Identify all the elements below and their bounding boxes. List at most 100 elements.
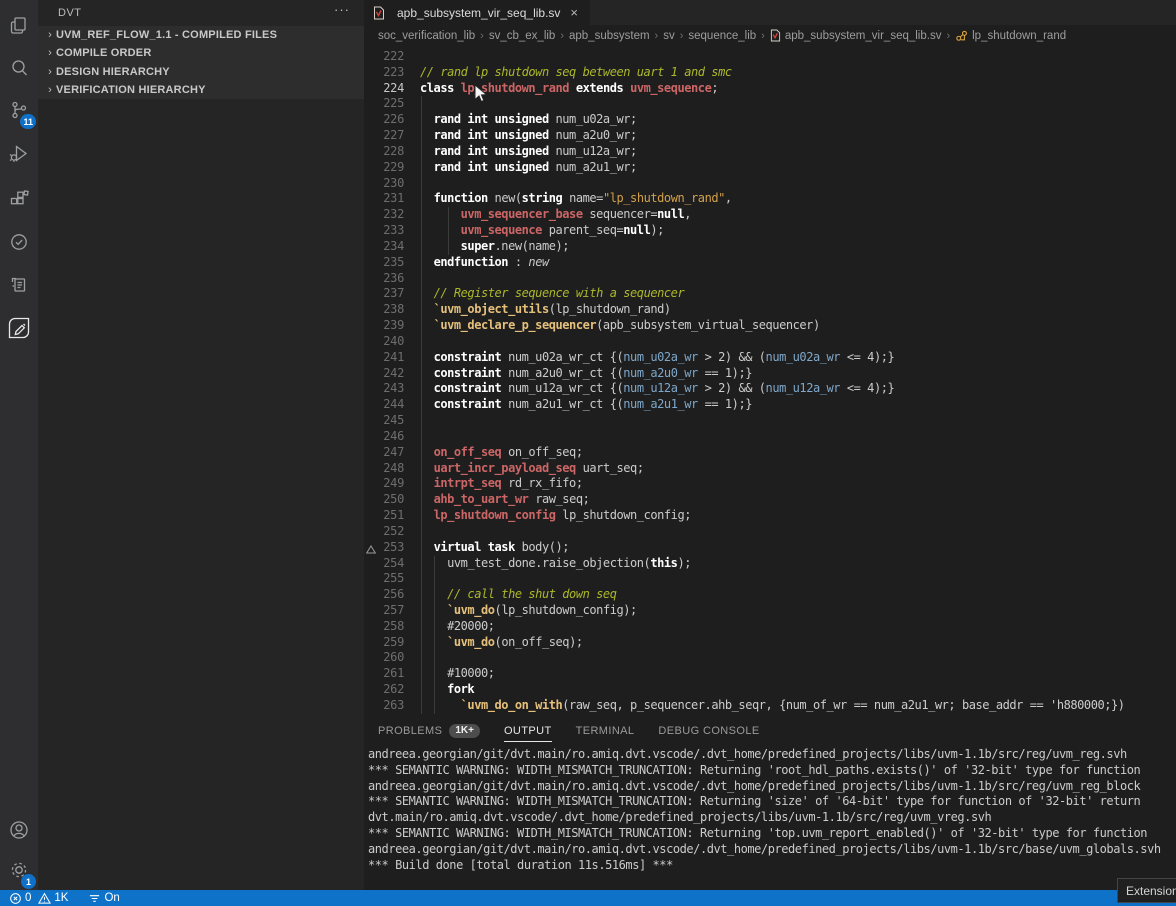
tab-close-icon[interactable]: × bbox=[568, 5, 580, 20]
code-line-257[interactable]: 257 `uvm_do(lp_shutdown_config); bbox=[364, 603, 1176, 619]
line-number: 257 bbox=[364, 603, 404, 619]
line-number: 256 bbox=[364, 587, 404, 603]
output-log[interactable]: andreea.georgian/git/dvt.main/ro.amiq.dv… bbox=[368, 747, 1176, 874]
dvt-tree: ›UVM_REF_FLOW_1.1 - COMPILED FILES›COMPI… bbox=[38, 26, 364, 99]
code-line-259[interactable]: 259 `uvm_do(on_off_seq); bbox=[364, 635, 1176, 651]
panel-tab-debug-console[interactable]: DEBUG CONSOLE bbox=[658, 716, 759, 745]
code-line-236[interactable]: 236 bbox=[364, 271, 1176, 287]
code-line-249[interactable]: 249 intrpt_seq rd_rx_fifo; bbox=[364, 476, 1176, 492]
line-number: 242 bbox=[364, 366, 404, 382]
sidebar-item-design-hierarchy[interactable]: ›DESIGN HIERARCHY bbox=[38, 63, 364, 81]
extension-toast[interactable]: Extension bbox=[1117, 878, 1176, 903]
code-area[interactable]: 222223// rand lp shutdown seq between ua… bbox=[364, 46, 1176, 716]
line-number: 240 bbox=[364, 334, 404, 350]
code-line-227[interactable]: 227 rand int unsigned num_a2u0_wr; bbox=[364, 128, 1176, 144]
code-line-233[interactable]: 233 uvm_sequence parent_seq=null); bbox=[364, 223, 1176, 239]
activity-bar: 11 1 bbox=[0, 0, 38, 890]
dvt-pencil-icon[interactable] bbox=[0, 308, 38, 348]
output-line: andreea.georgian/git/dvt.main/ro.amiq.dv… bbox=[368, 842, 1176, 858]
panel-tab-output[interactable]: OUTPUT bbox=[504, 716, 552, 745]
code-line-254[interactable]: 254 uvm_test_done.raise_objection(this); bbox=[364, 556, 1176, 572]
settings-gear-icon[interactable]: 1 bbox=[0, 850, 38, 890]
line-number: 227 bbox=[364, 128, 404, 144]
code-line-246[interactable]: 246 bbox=[364, 429, 1176, 445]
code-line-232[interactable]: 232 uvm_sequencer_base sequencer=null, bbox=[364, 207, 1176, 223]
breadcrumb-item[interactable]: sv_cb_ex_lib bbox=[489, 30, 555, 42]
chevron-right-icon[interactable]: › bbox=[44, 29, 56, 41]
output-line: andreea.georgian/git/dvt.main/ro.amiq.dv… bbox=[368, 747, 1176, 763]
code-line-226[interactable]: 226 rand int unsigned num_u02a_wr; bbox=[364, 112, 1176, 128]
code-text: on_off_seq on_off_seq; bbox=[404, 445, 583, 461]
dvt-status-toggle[interactable]: On bbox=[83, 890, 124, 906]
code-line-256[interactable]: 256 // call the shut down seq bbox=[364, 587, 1176, 603]
code-text: // rand lp shutdown seq between uart 1 a… bbox=[404, 65, 732, 81]
code-line-239[interactable]: 239 `uvm_declare_p_sequencer(apb_subsyst… bbox=[364, 318, 1176, 334]
code-line-261[interactable]: 261 #10000; bbox=[364, 666, 1176, 682]
code-line-234[interactable]: 234 super.new(name); bbox=[364, 239, 1176, 255]
code-line-222[interactable]: 222 bbox=[364, 49, 1176, 65]
code-line-224[interactable]: 224class lp_shutdown_rand extends uvm_se… bbox=[364, 81, 1176, 97]
code-line-252[interactable]: 252 bbox=[364, 524, 1176, 540]
code-line-242[interactable]: 242 constraint num_a2u0_wr_ct {(num_a2u0… bbox=[364, 366, 1176, 382]
code-line-243[interactable]: 243 constraint num_u12a_wr_ct {(num_u12a… bbox=[364, 381, 1176, 397]
code-line-223[interactable]: 223// rand lp shutdown seq between uart … bbox=[364, 65, 1176, 81]
breadcrumb-item[interactable]: sequence_lib bbox=[688, 30, 756, 42]
breadcrumb-item[interactable]: sv bbox=[663, 30, 675, 42]
breadcrumb-separator: › bbox=[560, 30, 564, 42]
panel-tab-label: DEBUG CONSOLE bbox=[658, 725, 759, 737]
chevron-right-icon[interactable]: › bbox=[44, 84, 56, 96]
sidebar-item-uvm-ref-flow-1-1-compiled-files[interactable]: ›UVM_REF_FLOW_1.1 - COMPILED FILES bbox=[38, 26, 364, 44]
filter-icon bbox=[88, 892, 101, 905]
problems-status[interactable]: 0 1K bbox=[4, 890, 73, 906]
account-icon[interactable] bbox=[0, 810, 38, 850]
code-line-231[interactable]: 231 function new(string name="lp_shutdow… bbox=[364, 191, 1176, 207]
code-line-247[interactable]: 247 on_off_seq on_off_seq; bbox=[364, 445, 1176, 461]
breadcrumb-item[interactable]: apb_subsystem_vir_seq_lib.sv bbox=[770, 29, 942, 42]
panel-tab-terminal[interactable]: TERMINAL bbox=[576, 716, 635, 745]
chevron-right-icon[interactable]: › bbox=[44, 66, 56, 78]
code-line-245[interactable]: 245 bbox=[364, 413, 1176, 429]
code-line-260[interactable]: 260 bbox=[364, 650, 1176, 666]
code-line-258[interactable]: 258 #20000; bbox=[364, 619, 1176, 635]
panel-tab-problems[interactable]: PROBLEMS1K+ bbox=[378, 716, 480, 745]
breadcrumb-item[interactable]: soc_verification_lib bbox=[378, 30, 475, 42]
code-line-250[interactable]: 250 ahb_to_uart_wr raw_seq; bbox=[364, 492, 1176, 508]
breadcrumb-item[interactable]: lp_shutdown_rand bbox=[955, 30, 1066, 42]
sidebar-menu-button[interactable]: ··· bbox=[334, 2, 350, 17]
code-line-244[interactable]: 244 constraint num_a2u1_wr_ct {(num_a2u1… bbox=[364, 397, 1176, 413]
sidebar-item-verification-hierarchy[interactable]: ›VERIFICATION HIERARCHY bbox=[38, 81, 364, 99]
code-line-238[interactable]: 238 `uvm_object_utils(lp_shutdown_rand) bbox=[364, 302, 1176, 318]
code-line-248[interactable]: 248 uart_incr_payload_seq uart_seq; bbox=[364, 461, 1176, 477]
code-line-230[interactable]: 230 bbox=[364, 176, 1176, 192]
chevron-right-icon[interactable]: › bbox=[44, 47, 56, 59]
files-icon[interactable] bbox=[0, 6, 38, 46]
code-line-241[interactable]: 241 constraint num_u02a_wr_ct {(num_u02a… bbox=[364, 350, 1176, 366]
code-line-229[interactable]: 229 rand int unsigned num_a2u1_wr; bbox=[364, 160, 1176, 176]
code-text: constraint num_a2u0_wr_ct {(num_a2u0_wr … bbox=[404, 366, 752, 382]
code-line-251[interactable]: 251 lp_shutdown_config lp_shutdown_confi… bbox=[364, 508, 1176, 524]
code-line-262[interactable]: 262 fork bbox=[364, 682, 1176, 698]
tab-bar: apb_subsystem_vir_seq_lib.sv × bbox=[364, 0, 1176, 25]
code-line-253[interactable]: 253 virtual task body(); bbox=[364, 540, 1176, 556]
breadcrumb-separator: › bbox=[761, 30, 765, 42]
sidebar-item-compile-order[interactable]: ›COMPILE ORDER bbox=[38, 44, 364, 62]
tab-apb-subsystem-vir-seq-lib[interactable]: apb_subsystem_vir_seq_lib.sv × bbox=[364, 0, 590, 25]
extensions-icon[interactable] bbox=[0, 179, 38, 219]
breadcrumb-label: apb_subsystem_vir_seq_lib.sv bbox=[785, 30, 942, 42]
search-icon[interactable] bbox=[0, 48, 38, 88]
code-line-263[interactable]: 263 `uvm_do_on_with(raw_seq, p_sequencer… bbox=[364, 698, 1176, 714]
sv-file-icon bbox=[770, 29, 781, 42]
code-line-237[interactable]: 237 // Register sequence with a sequence… bbox=[364, 286, 1176, 302]
code-line-255[interactable]: 255 bbox=[364, 571, 1176, 587]
code-line-240[interactable]: 240 bbox=[364, 334, 1176, 350]
breadcrumb-item[interactable]: apb_subsystem bbox=[569, 30, 650, 42]
code-text: // Register sequence with a sequencer bbox=[404, 286, 684, 302]
run-debug-icon[interactable] bbox=[0, 134, 38, 174]
report-icon[interactable] bbox=[0, 265, 38, 305]
seal-check-icon[interactable] bbox=[0, 222, 38, 262]
source-control-icon[interactable]: 11 bbox=[0, 90, 38, 130]
code-line-225[interactable]: 225 bbox=[364, 96, 1176, 112]
line-number: 254 bbox=[364, 556, 404, 572]
code-line-228[interactable]: 228 rand int unsigned num_u12a_wr; bbox=[364, 144, 1176, 160]
code-line-235[interactable]: 235 endfunction : new bbox=[364, 255, 1176, 271]
